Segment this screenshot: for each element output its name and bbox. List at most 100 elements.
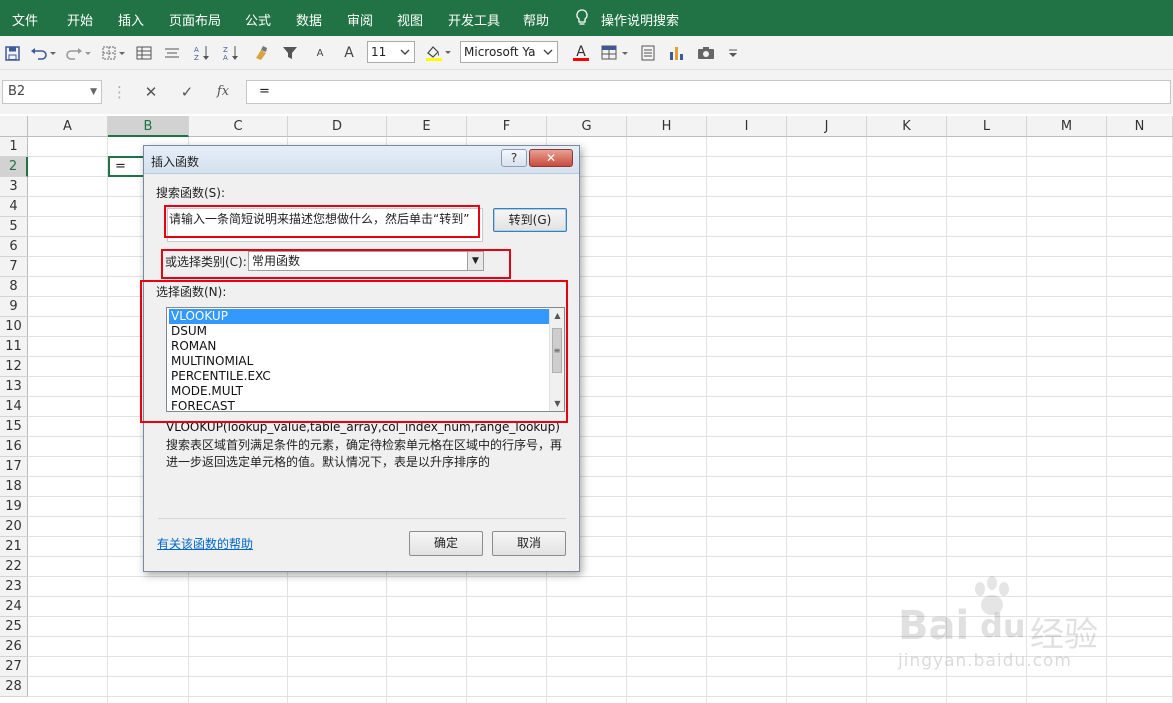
row-header-25[interactable]: 25 — [0, 617, 28, 637]
tab-review[interactable]: 审阅 — [347, 10, 373, 29]
row-header-8[interactable]: 8 — [0, 277, 28, 297]
tab-home[interactable]: 开始 — [67, 10, 93, 29]
row-header-10[interactable]: 10 — [0, 317, 28, 337]
row-header-23[interactable]: 23 — [0, 577, 28, 597]
filter-icon[interactable] — [280, 42, 300, 64]
tab-view[interactable]: 视图 — [397, 10, 423, 29]
fill-color-icon[interactable] — [423, 42, 453, 64]
row-header-5[interactable]: 5 — [0, 217, 28, 237]
list-item[interactable]: VLOOKUP — [169, 309, 549, 324]
scroll-up-icon[interactable]: ▲ — [550, 308, 564, 323]
function-list[interactable]: VLOOKUP DSUM ROMAN MULTINOMIAL PERCENTIL… — [166, 307, 565, 412]
function-help-link[interactable]: 有关该函数的帮助 — [157, 535, 253, 552]
row-header-4[interactable]: 4 — [0, 197, 28, 217]
font-size-select[interactable]: 11 — [367, 41, 415, 63]
list-item[interactable]: DSUM — [169, 324, 549, 339]
sort-ascending-icon[interactable]: AZ — [192, 42, 212, 64]
column-header-c[interactable]: C — [189, 116, 288, 137]
column-header-m[interactable]: M — [1027, 116, 1107, 137]
tab-insert[interactable]: 插入 — [118, 10, 144, 29]
tab-help[interactable]: 帮助 — [523, 10, 549, 29]
row-header-20[interactable]: 20 — [0, 517, 28, 537]
column-header-j[interactable]: J — [787, 116, 867, 137]
column-header-k[interactable]: K — [867, 116, 947, 137]
close-button[interactable]: ✕ — [529, 149, 573, 167]
row-header-17[interactable]: 17 — [0, 457, 28, 477]
dialog-title-bar[interactable]: 插入函数 ? ✕ — [144, 146, 579, 174]
row-header-19[interactable]: 19 — [0, 497, 28, 517]
borders-icon[interactable] — [100, 42, 128, 64]
scroll-thumb[interactable]: ≡ — [552, 328, 562, 373]
column-header-d[interactable]: D — [288, 116, 387, 137]
font-color-icon[interactable]: A — [566, 42, 596, 64]
row-header-24[interactable]: 24 — [0, 597, 28, 617]
row-header-3[interactable]: 3 — [0, 177, 28, 197]
select-all-corner[interactable] — [0, 116, 28, 137]
category-select[interactable]: 常用函数 ▼ — [248, 251, 484, 271]
scroll-down-icon[interactable]: ▼ — [550, 396, 564, 411]
customize-qat-icon[interactable] — [726, 42, 740, 64]
list-item[interactable]: ROMAN — [169, 339, 549, 354]
tab-data[interactable]: 数据 — [296, 10, 322, 29]
help-button[interactable]: ? — [501, 149, 527, 167]
chart-icon[interactable] — [666, 42, 686, 64]
ok-button[interactable]: 确定 — [409, 531, 483, 556]
row-header-22[interactable]: 22 — [0, 557, 28, 577]
function-list-scrollbar[interactable]: ▲ ≡ ▼ — [549, 308, 564, 411]
row-header-27[interactable]: 27 — [0, 657, 28, 677]
tab-page-layout[interactable]: 页面布局 — [169, 10, 221, 29]
name-box[interactable]: B2 ▼ — [2, 80, 102, 104]
freeze-panes-icon[interactable] — [134, 42, 154, 64]
row-header-28[interactable]: 28 — [0, 677, 28, 697]
decrease-font-icon[interactable]: A — [311, 42, 329, 64]
tab-formulas[interactable]: 公式 — [245, 10, 271, 29]
column-header-b[interactable]: B — [108, 116, 189, 137]
enter-formula-button[interactable]: ✓ — [173, 80, 201, 104]
list-item[interactable]: FORECAST — [169, 399, 549, 411]
row-header-9[interactable]: 9 — [0, 297, 28, 317]
column-header-i[interactable]: I — [707, 116, 787, 137]
column-header-f[interactable]: F — [467, 116, 547, 137]
undo-icon[interactable] — [28, 42, 58, 64]
column-header-h[interactable]: H — [627, 116, 707, 137]
increase-font-icon[interactable]: A — [339, 42, 359, 64]
redo-icon[interactable] — [63, 42, 93, 64]
go-button[interactable]: 转到(G) — [493, 208, 567, 232]
column-header-l[interactable]: L — [947, 116, 1027, 137]
row-header-2[interactable]: 2 — [0, 157, 28, 177]
cancel-formula-button[interactable]: ✕ — [137, 80, 165, 104]
row-header-11[interactable]: 11 — [0, 337, 28, 357]
row-header-21[interactable]: 21 — [0, 537, 28, 557]
save-icon[interactable] — [3, 42, 21, 64]
insert-function-button[interactable]: fx — [209, 80, 237, 104]
cancel-button[interactable]: 取消 — [492, 531, 566, 556]
format-table-icon[interactable] — [600, 42, 630, 64]
tab-developer[interactable]: 开发工具 — [448, 10, 500, 29]
row-header-13[interactable]: 13 — [0, 377, 28, 397]
column-header-g[interactable]: G — [547, 116, 627, 137]
align-icon[interactable] — [162, 42, 182, 64]
row-header-26[interactable]: 26 — [0, 637, 28, 657]
list-item[interactable]: MULTINOMIAL — [169, 354, 549, 369]
tell-me-search[interactable]: 操作说明搜索 — [601, 10, 679, 29]
row-header-1[interactable]: 1 — [0, 137, 28, 157]
list-item[interactable]: PERCENTILE.EXC — [169, 369, 549, 384]
clear-icon[interactable] — [251, 42, 271, 64]
camera-icon[interactable] — [696, 42, 716, 64]
sort-descending-icon[interactable]: ZA — [221, 42, 241, 64]
row-header-16[interactable]: 16 — [0, 437, 28, 457]
row-header-14[interactable]: 14 — [0, 397, 28, 417]
row-header-18[interactable]: 18 — [0, 477, 28, 497]
column-header-e[interactable]: E — [387, 116, 467, 137]
font-name-select[interactable]: Microsoft Ya — [460, 41, 558, 63]
row-header-7[interactable]: 7 — [0, 257, 28, 277]
column-header-n[interactable]: N — [1107, 116, 1173, 137]
row-header-12[interactable]: 12 — [0, 357, 28, 377]
tab-file[interactable]: 文件 — [12, 10, 38, 29]
row-header-6[interactable]: 6 — [0, 237, 28, 257]
list-item[interactable]: MODE.MULT — [169, 384, 549, 399]
column-header-a[interactable]: A — [28, 116, 108, 137]
form-icon[interactable] — [638, 42, 658, 64]
formula-input[interactable]: = — [246, 80, 1171, 104]
row-header-15[interactable]: 15 — [0, 417, 28, 437]
